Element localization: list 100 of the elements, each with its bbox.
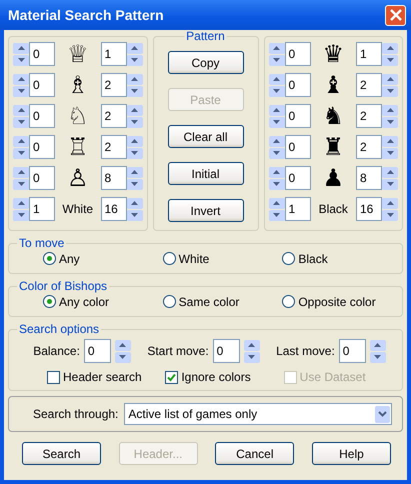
maximum-field[interactable]: 2 bbox=[356, 135, 382, 159]
spin-down-button[interactable] bbox=[268, 54, 284, 66]
maximum-field[interactable]: 8 bbox=[356, 166, 382, 190]
minimum-field[interactable]: 0 bbox=[284, 42, 310, 66]
spin-control[interactable] bbox=[382, 136, 398, 158]
spin-control[interactable] bbox=[13, 198, 29, 220]
dialog-button[interactable]: Help bbox=[312, 442, 391, 465]
spin-control[interactable] bbox=[13, 166, 29, 190]
spin-down-button[interactable] bbox=[382, 178, 398, 190]
spin-control[interactable] bbox=[382, 42, 398, 66]
spin-down-button[interactable] bbox=[382, 148, 398, 158]
spin-down-button[interactable] bbox=[114, 352, 131, 362]
spin-up-button[interactable] bbox=[268, 166, 284, 178]
spin-down-button[interactable] bbox=[370, 352, 386, 362]
spin-up-button[interactable] bbox=[126, 198, 142, 208]
spin-down-button[interactable] bbox=[13, 116, 29, 128]
spin-up-button[interactable] bbox=[244, 340, 260, 350]
minimum-field[interactable]: 0 bbox=[284, 135, 310, 159]
dialog-button[interactable]: Cancel bbox=[215, 442, 294, 465]
minimum-field[interactable]: 0 bbox=[29, 166, 55, 190]
spin-down-button[interactable] bbox=[13, 86, 29, 96]
spin-up-button[interactable] bbox=[382, 104, 398, 116]
spin-control[interactable] bbox=[268, 42, 284, 66]
spin-control[interactable] bbox=[268, 74, 284, 96]
radio-option[interactable]: Same color bbox=[162, 294, 282, 308]
maximum-field[interactable]: 2 bbox=[356, 104, 382, 128]
spin-up-button[interactable] bbox=[268, 74, 284, 84]
spin-control[interactable] bbox=[370, 340, 386, 362]
spin-down-button[interactable] bbox=[126, 86, 142, 96]
spin-control[interactable] bbox=[13, 136, 29, 158]
minimum-field[interactable]: 0 bbox=[29, 135, 55, 159]
spin-up-button[interactable] bbox=[126, 136, 142, 146]
radio-button[interactable] bbox=[43, 252, 56, 265]
maximum-field[interactable]: 16 bbox=[100, 197, 126, 221]
spin-down-button[interactable] bbox=[126, 54, 142, 66]
spin-down-button[interactable] bbox=[382, 54, 398, 66]
spin-up-button[interactable] bbox=[382, 74, 398, 84]
pattern-button[interactable]: Copy bbox=[168, 51, 244, 74]
minimum-field[interactable]: 0 bbox=[284, 104, 310, 128]
radio-option[interactable]: Any bbox=[43, 252, 163, 266]
spin-down-button[interactable] bbox=[13, 178, 29, 190]
radio-button[interactable] bbox=[162, 295, 176, 308]
checkbox-option[interactable]: Ignore colors bbox=[165, 370, 284, 384]
spin-up-button[interactable] bbox=[370, 340, 386, 350]
number-field[interactable]: 0 bbox=[212, 339, 240, 363]
spin-down-button[interactable] bbox=[126, 210, 142, 220]
search-through-dropdown[interactable]: Active list of games only bbox=[124, 403, 392, 425]
minimum-field[interactable]: 1 bbox=[29, 197, 55, 221]
spin-control[interactable] bbox=[268, 166, 284, 190]
spin-up-button[interactable] bbox=[13, 104, 29, 116]
spin-up-button[interactable] bbox=[126, 42, 142, 54]
spin-up-button[interactable] bbox=[13, 136, 29, 146]
spin-down-button[interactable] bbox=[13, 54, 29, 66]
spin-control[interactable] bbox=[382, 166, 398, 190]
checkbox[interactable] bbox=[47, 370, 60, 384]
close-button[interactable] bbox=[385, 4, 406, 26]
maximum-field[interactable]: 8 bbox=[100, 166, 126, 190]
checkbox-option[interactable]: Header search bbox=[47, 370, 166, 384]
spin-control[interactable] bbox=[126, 104, 142, 128]
checkbox[interactable] bbox=[165, 370, 178, 384]
spin-down-button[interactable] bbox=[126, 148, 142, 158]
maximum-field[interactable]: 16 bbox=[356, 197, 382, 221]
spin-down-button[interactable] bbox=[126, 178, 142, 190]
spin-control[interactable] bbox=[13, 74, 29, 96]
spin-up-button[interactable] bbox=[268, 42, 284, 54]
spin-up-button[interactable] bbox=[382, 42, 398, 54]
spin-down-button[interactable] bbox=[382, 210, 398, 220]
maximum-field[interactable]: 2 bbox=[356, 73, 382, 97]
minimum-field[interactable]: 0 bbox=[284, 73, 310, 97]
spin-up-button[interactable] bbox=[126, 74, 142, 84]
radio-button[interactable] bbox=[282, 295, 296, 308]
spin-up-button[interactable] bbox=[382, 136, 398, 146]
spin-control[interactable] bbox=[268, 136, 284, 158]
spin-down-button[interactable] bbox=[244, 352, 260, 362]
spin-control[interactable] bbox=[382, 198, 398, 220]
radio-option[interactable]: Any color bbox=[43, 294, 163, 308]
spin-down-button[interactable] bbox=[382, 116, 398, 128]
pattern-button[interactable]: Invert bbox=[168, 199, 244, 222]
spin-up-button[interactable] bbox=[114, 340, 131, 350]
spin-down-button[interactable] bbox=[268, 86, 284, 96]
maximum-field[interactable]: 1 bbox=[100, 42, 126, 66]
spin-down-button[interactable] bbox=[268, 210, 284, 220]
spin-down-button[interactable] bbox=[268, 148, 284, 158]
spin-control[interactable] bbox=[13, 42, 29, 66]
spin-up-button[interactable] bbox=[13, 166, 29, 178]
pattern-button[interactable]: Initial bbox=[168, 162, 244, 185]
minimum-field[interactable]: 0 bbox=[29, 73, 55, 97]
spin-down-button[interactable] bbox=[268, 116, 284, 128]
radio-button[interactable] bbox=[43, 295, 56, 308]
maximum-field[interactable]: 1 bbox=[356, 42, 382, 66]
spin-control[interactable] bbox=[114, 340, 131, 362]
dropdown-button[interactable] bbox=[375, 406, 390, 422]
spin-control[interactable] bbox=[126, 42, 142, 66]
spin-up-button[interactable] bbox=[13, 74, 29, 84]
spin-up-button[interactable] bbox=[268, 104, 284, 116]
spin-up-button[interactable] bbox=[13, 198, 29, 208]
spin-down-button[interactable] bbox=[13, 210, 29, 220]
spin-up-button[interactable] bbox=[126, 104, 142, 116]
spin-control[interactable] bbox=[126, 166, 142, 190]
minimum-field[interactable]: 0 bbox=[29, 104, 55, 128]
